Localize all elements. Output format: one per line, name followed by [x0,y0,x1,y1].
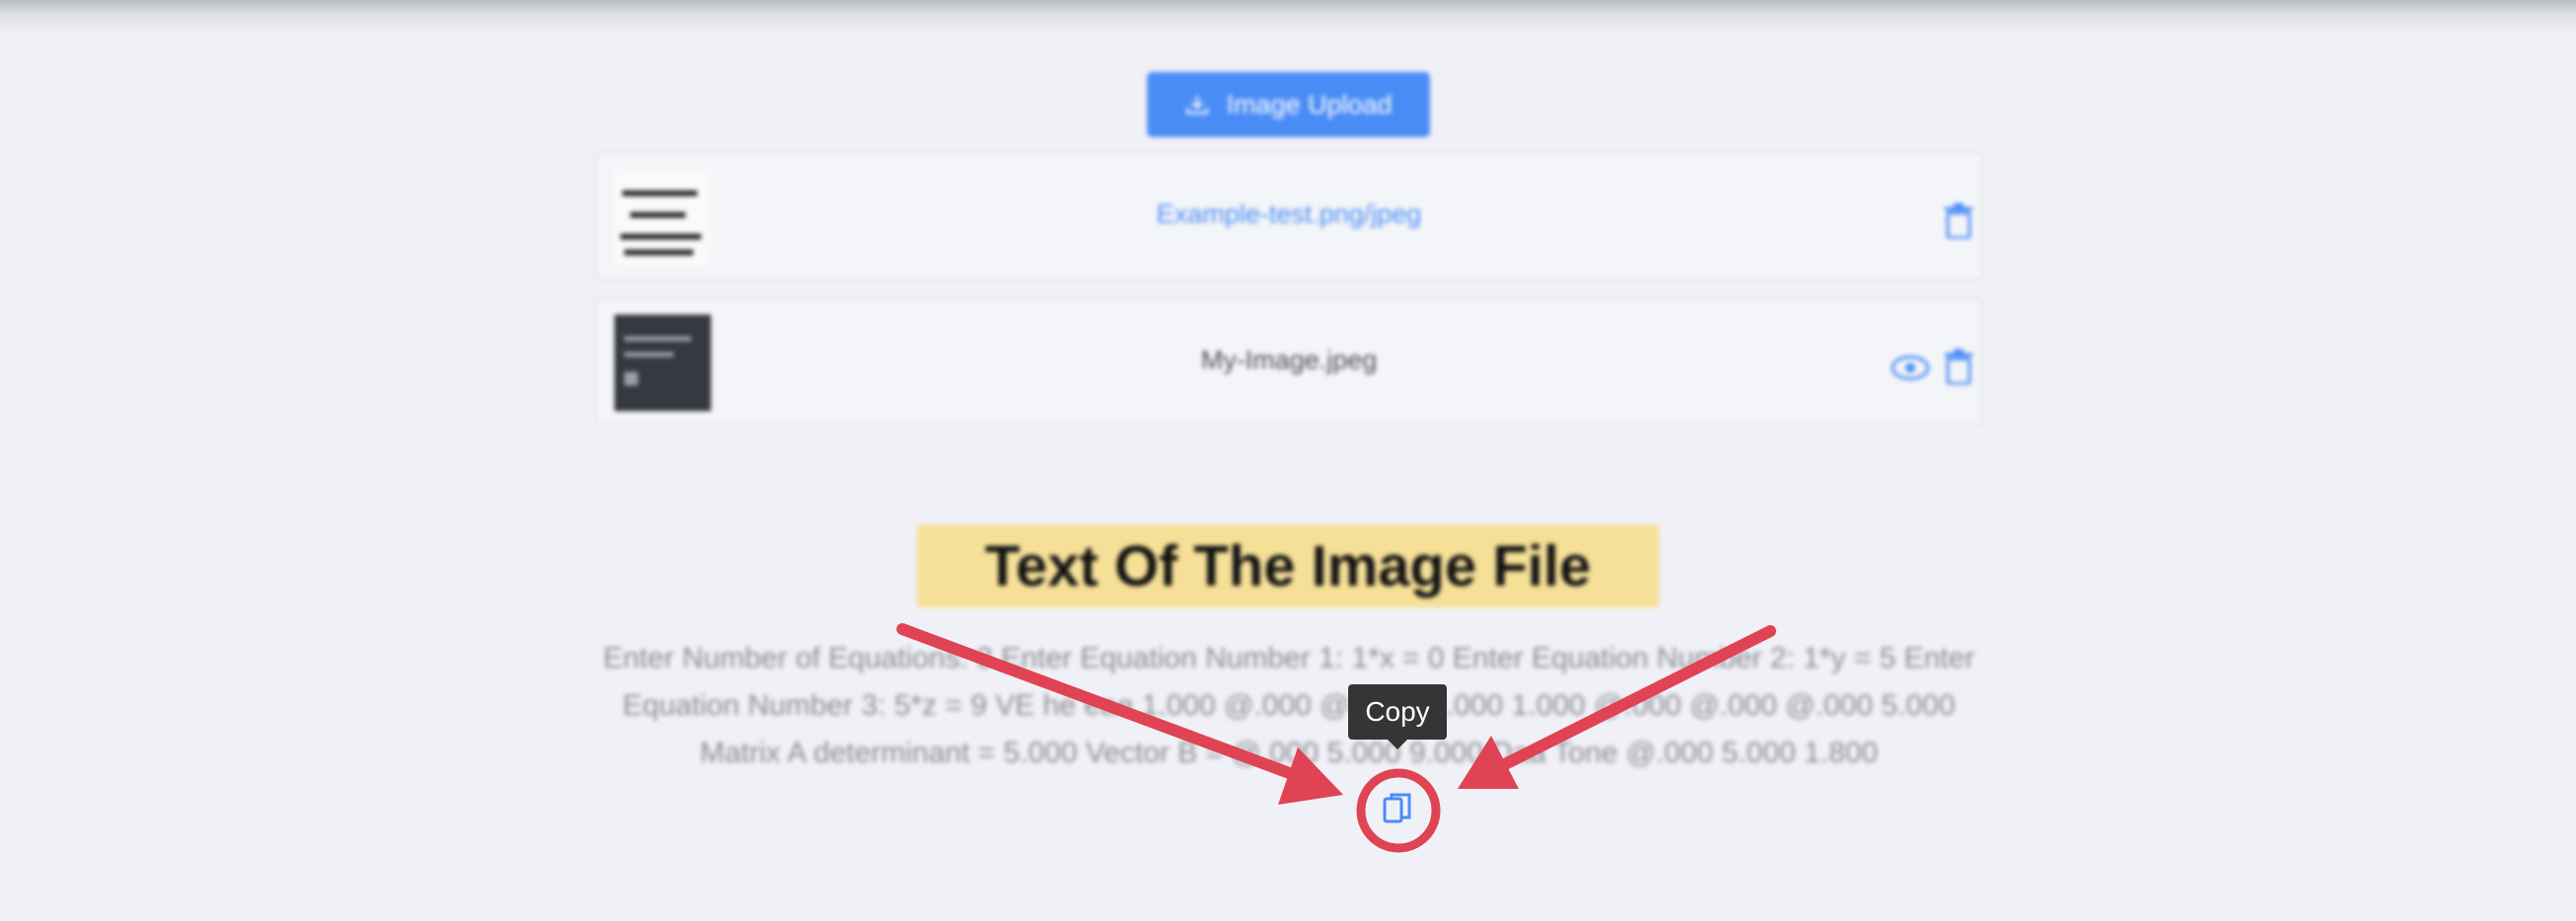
annotation-arrow-right [1458,625,1776,789]
annotation-overlay [896,623,1776,853]
highlight-circle [1356,768,1441,853]
annotation-arrow-left [896,623,1343,805]
